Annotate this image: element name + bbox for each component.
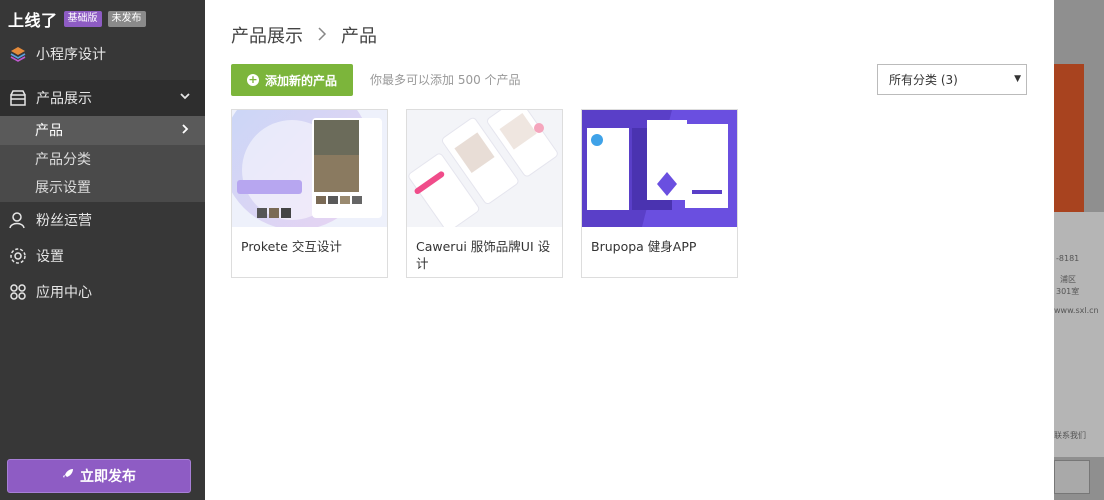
sidebar-item-label: 粉丝运营 [36, 212, 92, 229]
chevron-right-icon [317, 25, 327, 46]
background-content [1054, 212, 1104, 457]
breadcrumb-current: 产品 [341, 26, 377, 47]
product-grid: Prokete 交互设计 Cawerui 服饰品牌UI 设计 Brupopa 健… [231, 109, 738, 278]
product-thumbnail [232, 110, 387, 227]
products-submenu: 产品 产品分类 展示设置 [0, 116, 205, 202]
product-thumbnail [407, 110, 562, 227]
plus-icon: + [246, 73, 259, 86]
sidebar-subitem-products[interactable]: 产品 [0, 116, 205, 145]
sidebar-item-label: 小程序设计 [36, 47, 106, 63]
status-badge: 未发布 [107, 11, 146, 27]
sidebar-item-label: 产品展示 [36, 91, 92, 107]
rocket-icon [62, 468, 74, 484]
sidebar-subitem-label: 产品分类 [35, 151, 91, 168]
product-card[interactable]: Cawerui 服饰品牌UI 设计 [406, 109, 563, 278]
breadcrumb-parent[interactable]: 产品展示 [231, 22, 303, 48]
add-product-button[interactable]: + 添加新的产品 [231, 64, 353, 96]
background-text: 301室 [1056, 287, 1080, 296]
sidebar-item-label: 设置 [36, 248, 64, 265]
background-banner [1054, 64, 1084, 212]
brand-logo[interactable]: 上线了 [8, 7, 58, 31]
background-text: 浦区 [1060, 275, 1076, 284]
breadcrumb: 产品展示 产品 [231, 22, 377, 48]
category-filter-value: 所有分类 (3) [889, 73, 958, 87]
sidebar-subitem-categories[interactable]: 产品分类 [0, 145, 205, 174]
sidebar-item-fans[interactable]: 粉丝运营 [0, 202, 205, 238]
layers-icon [8, 44, 28, 64]
sidebar: 上线了 基础版 未发布 小程序设计 产品展示 产品 产品分类 展示设置 粉丝运营… [0, 0, 205, 500]
sidebar-item-settings[interactable]: 设置 [0, 238, 205, 274]
sidebar-subitem-display-settings[interactable]: 展示设置 [0, 173, 205, 202]
plan-badge: 基础版 [63, 11, 102, 27]
gear-icon [8, 246, 28, 266]
sidebar-item-products[interactable]: 产品展示 [0, 80, 205, 116]
publish-label: 立即发布 [80, 469, 136, 485]
sidebar-subitem-label: 展示设置 [35, 180, 91, 197]
chevron-right-icon [179, 123, 191, 139]
store-icon [8, 88, 28, 108]
background-text: 联系我们 [1054, 431, 1086, 440]
product-card[interactable]: Prokete 交互设计 [231, 109, 388, 278]
apps-grid-icon [8, 282, 28, 302]
product-thumbnail [582, 110, 737, 227]
chevron-down-icon [179, 90, 191, 106]
product-title: Cawerui 服饰品牌UI 设计 [416, 239, 551, 271]
product-title: Brupopa 健身APP [591, 239, 697, 254]
product-card[interactable]: Brupopa 健身APP [581, 109, 738, 278]
add-product-label: 添加新的产品 [264, 73, 337, 88]
sidebar-item-apps[interactable]: 应用中心 [0, 274, 205, 310]
phone-icon [1054, 460, 1090, 494]
category-filter-select[interactable]: 所有分类 (3) ▼ [877, 64, 1027, 95]
user-icon [8, 210, 28, 230]
sidebar-item-design[interactable]: 小程序设计 [0, 36, 205, 72]
product-title: Prokete 交互设计 [241, 239, 342, 254]
product-panel: 产品展示 产品 + 添加新的产品 你最多可以添加 500 个产品 所有分类 (3… [205, 0, 1054, 500]
product-limit-hint: 你最多可以添加 500 个产品 [370, 73, 521, 87]
brand: 上线了 基础版 未发布 [0, 0, 205, 38]
sidebar-subitem-label: 产品 [35, 123, 63, 140]
background-text: www.sxl.cn [1054, 306, 1099, 315]
background-text: -8181 [1056, 254, 1080, 263]
publish-button[interactable]: 立即发布 [7, 459, 191, 493]
sidebar-item-label: 应用中心 [36, 284, 92, 301]
caret-down-icon: ▼ [1014, 74, 1021, 84]
